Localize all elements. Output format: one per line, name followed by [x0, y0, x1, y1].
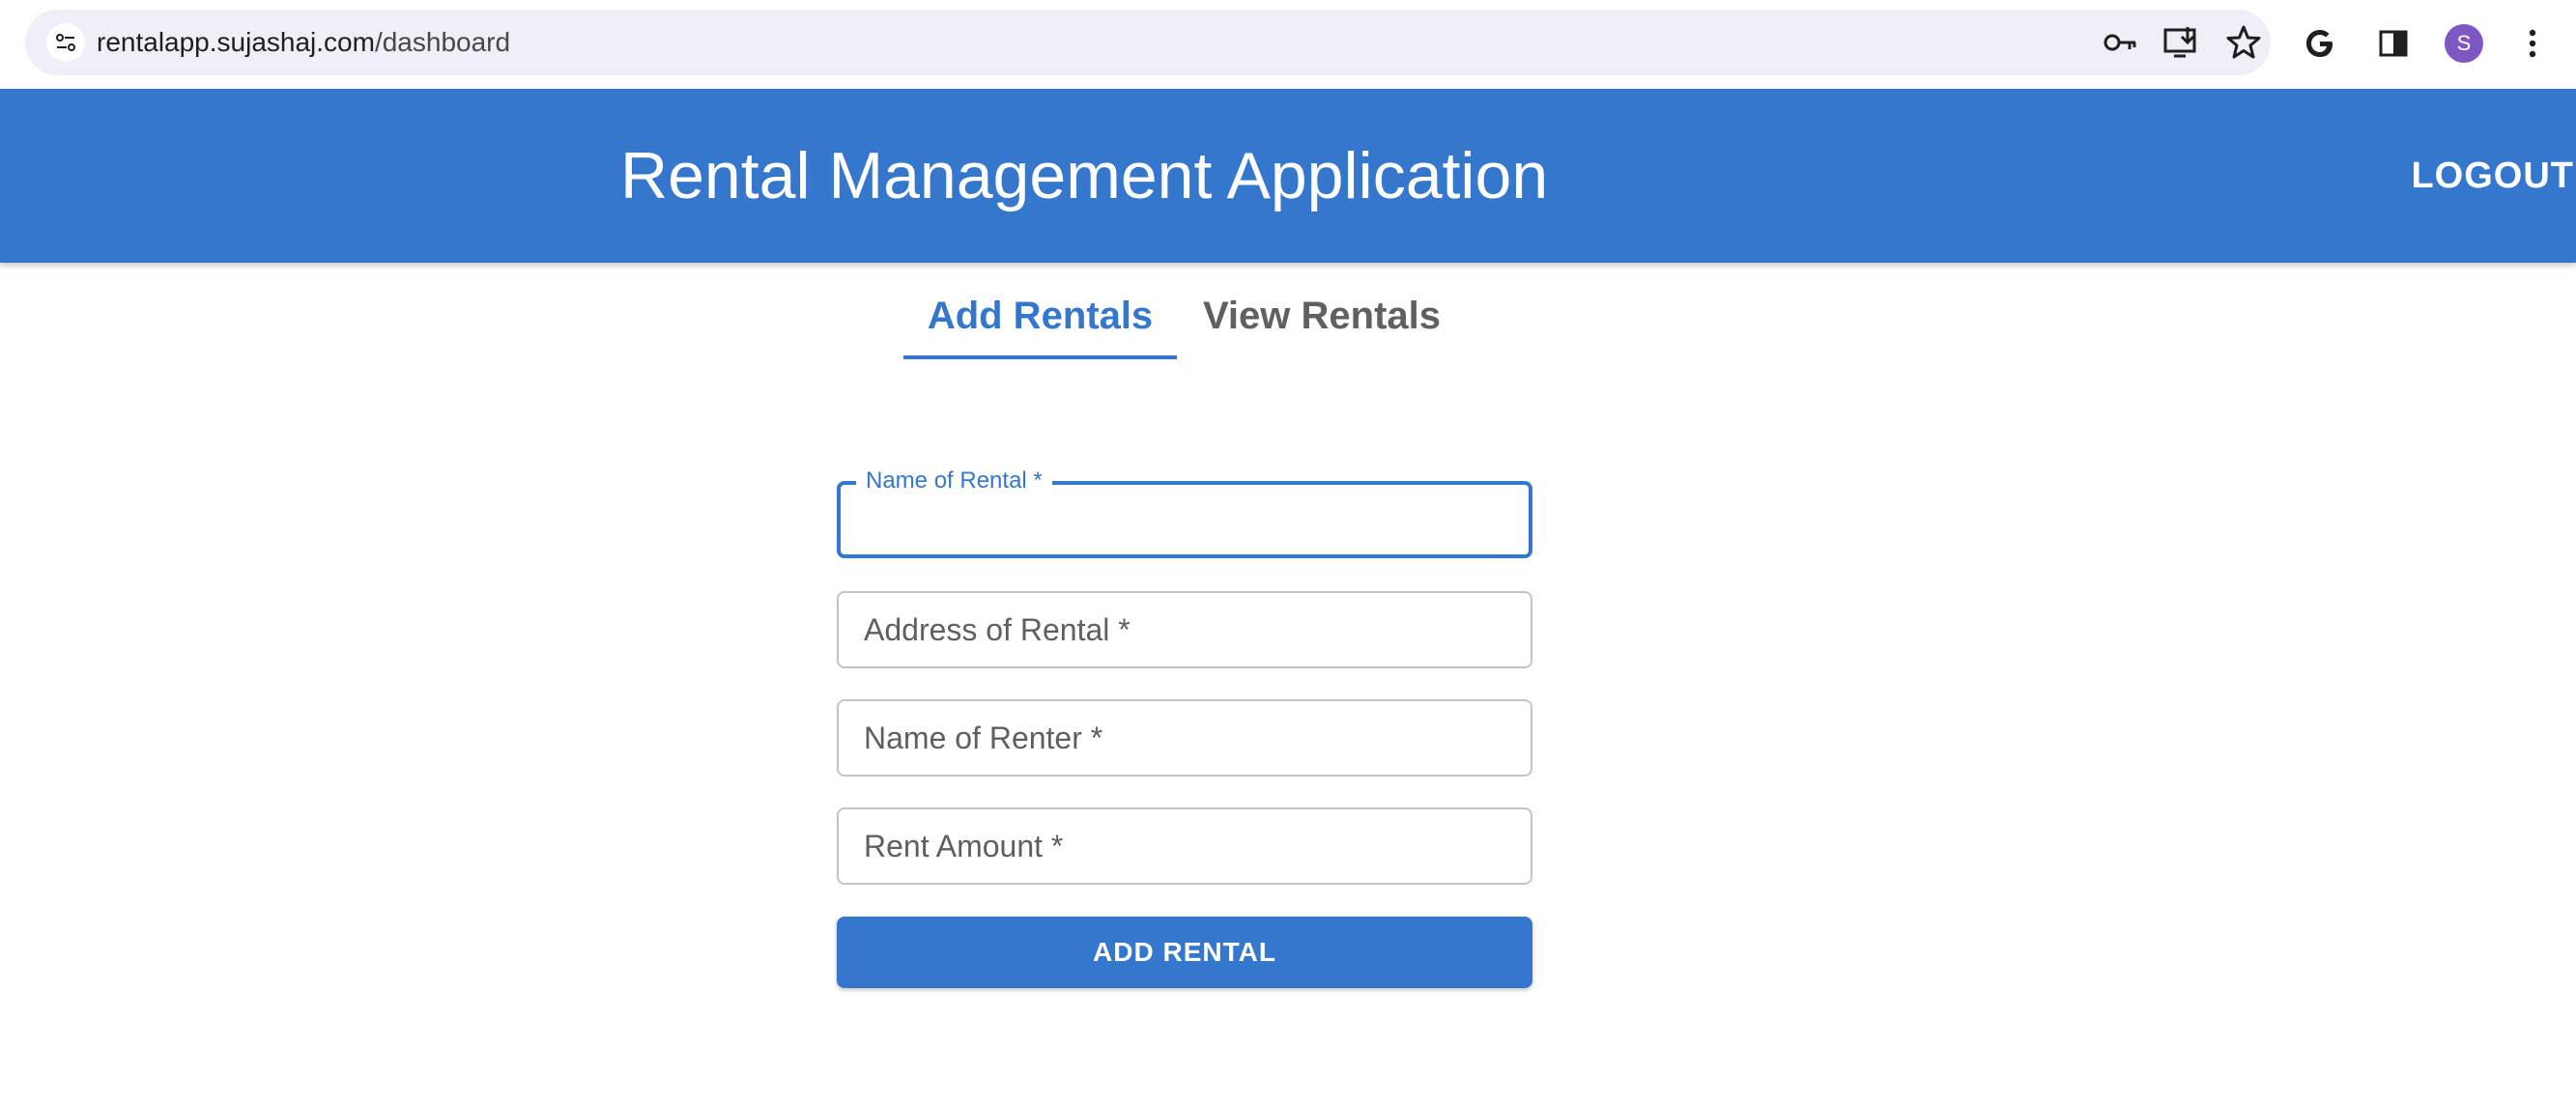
app-title: Rental Management Application [620, 139, 1549, 212]
tab-view-rentals[interactable]: View Rentals [1177, 280, 1467, 359]
url-path: /dashboard [374, 27, 511, 57]
rental-name-input[interactable] [862, 498, 1500, 541]
rental-address-field[interactable]: Address of Rental * [837, 591, 1532, 668]
url-text[interactable]: rentalapp.sujashaj.com/dashboard [97, 10, 510, 75]
app-header: Rental Management Application LOGOUT [0, 89, 2576, 263]
rental-name-label: Name of Rental * [856, 466, 1052, 496]
url-host: rentalapp.sujashaj.com [97, 27, 375, 57]
rental-address-label: Address of Rental * [864, 612, 1131, 647]
rent-amount-field[interactable]: Rent Amount * [837, 807, 1532, 885]
tab-bar: Add Rentals View Rentals [903, 280, 1464, 359]
tab-add-rentals[interactable]: Add Rentals [903, 280, 1177, 359]
rental-name-field[interactable]: Name of Rental * [837, 466, 1532, 558]
google-icon[interactable] [2300, 23, 2340, 64]
address-bar[interactable]: rentalapp.sujashaj.com/dashboard [25, 10, 2271, 75]
renter-name-field[interactable]: Name of Renter * [837, 699, 1532, 777]
active-tab-indicator [903, 355, 1177, 359]
side-panel-icon[interactable] [2373, 23, 2414, 64]
browser-toolbar: rentalapp.sujashaj.com/dashboard S [0, 0, 2576, 89]
more-menu-icon[interactable] [2512, 23, 2553, 64]
renter-name-label: Name of Renter * [864, 721, 1103, 755]
key-icon[interactable] [2101, 23, 2139, 62]
star-icon[interactable] [2224, 23, 2263, 62]
install-app-icon[interactable] [2162, 23, 2201, 62]
logout-button[interactable]: LOGOUT [2402, 89, 2576, 263]
rent-amount-label: Rent Amount * [864, 829, 1064, 863]
profile-avatar[interactable]: S [2445, 24, 2483, 63]
add-rental-button[interactable]: ADD RENTAL [837, 917, 1532, 988]
tune-icon[interactable] [46, 23, 85, 62]
